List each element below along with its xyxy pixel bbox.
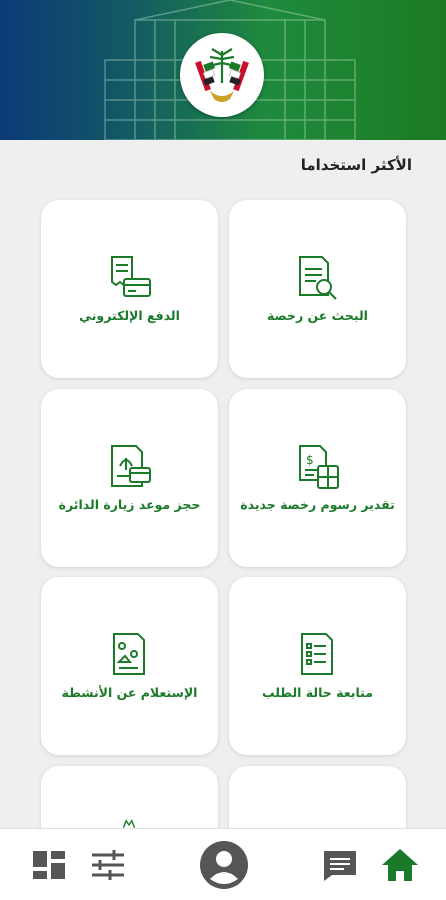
home-icon <box>382 849 418 881</box>
appointment-document-icon <box>110 445 151 487</box>
service-card-fee-estimate[interactable]: $ تقدير رسوم رخصة جديدة <box>229 389 406 567</box>
service-label: حجز موعد زيارة الدائرة <box>58 497 201 512</box>
service-card-e-payment[interactable]: الدفع الإلكتروني <box>41 200 218 378</box>
message-icon <box>324 851 356 881</box>
account-circle-icon <box>200 841 248 889</box>
service-label: متابعة حالة الطلب <box>261 685 374 700</box>
service-card-book-appointment[interactable]: حجز موعد زيارة الدائرة <box>41 389 218 567</box>
fee-calculator-icon: $ <box>298 445 339 489</box>
document-search-icon <box>298 256 337 300</box>
service-label: البحث عن رخصة <box>267 308 368 323</box>
nav-filters-button[interactable] <box>86 843 130 887</box>
dashboard-icon <box>33 851 65 879</box>
nav-messages-button[interactable] <box>318 843 362 887</box>
tune-icon <box>92 850 124 880</box>
service-card-license-search[interactable]: البحث عن رخصة <box>229 200 406 378</box>
checklist-document-icon <box>300 633 333 675</box>
receipt-card-icon <box>110 256 151 297</box>
service-card-track-request[interactable]: متابعة حالة الطلب <box>229 577 406 755</box>
bottom-navigation <box>0 828 446 900</box>
svg-text:$: $ <box>306 453 314 467</box>
activities-document-icon <box>112 633 145 675</box>
service-label: الدفع الإلكتروني <box>79 308 180 323</box>
nav-home-button[interactable] <box>378 843 422 887</box>
nav-dashboard-button[interactable] <box>27 843 71 887</box>
service-card-activities-inquiry[interactable]: الإستعلام عن الأنشطة <box>41 577 218 755</box>
service-label: الإستعلام عن الأنشطة <box>61 685 198 700</box>
nav-profile-button[interactable] <box>198 839 250 891</box>
services-grid: البحث عن رخصة الدفع الإلكتروني $ تقدير ر… <box>0 0 446 900</box>
service-label: تقدير رسوم رخصة جديدة <box>240 497 395 512</box>
